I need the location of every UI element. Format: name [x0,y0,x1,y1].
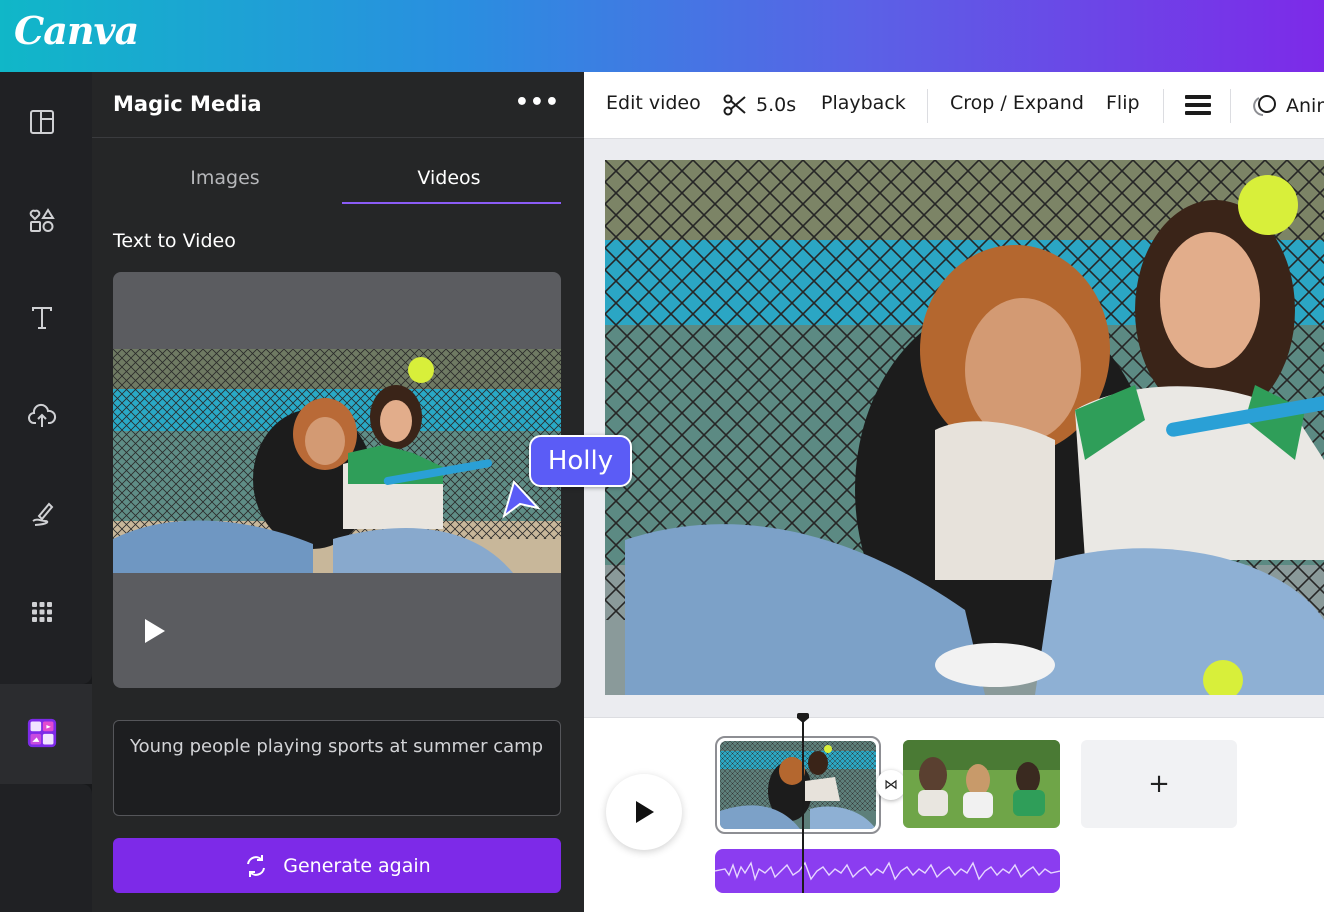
transition-button[interactable]: ⋈ [876,770,906,800]
editor-area: Edit video 5.0s Playback Crop / Expand F… [584,72,1324,912]
generated-video-preview[interactable] [113,272,561,688]
canva-logo[interactable]: Canva [14,8,139,53]
trim-duration-button[interactable]: 5.0s [722,92,796,118]
layout-icon[interactable] [26,106,58,138]
generate-again-button[interactable]: Generate again [113,838,561,893]
timeline-play-button[interactable] [606,774,682,850]
animate-label: Anim [1286,95,1324,117]
video-clip-1[interactable] [715,736,881,834]
prompt-input[interactable]: Young people playing sports at summer ca… [113,720,561,816]
collaborator-label: Holly [529,435,632,487]
duration-label: 5.0s [756,94,797,116]
more-options-icon[interactable]: ••• [515,90,560,115]
play-icon [636,801,654,823]
video-clip-2[interactable] [903,740,1060,828]
playhead[interactable] [802,718,804,893]
magic-media-icon[interactable] [26,717,58,749]
section-label: Text to Video [113,230,236,252]
generate-again-label: Generate again [283,854,431,877]
media-type-tabs: Images Videos [113,162,561,206]
panel-header: Magic Media ••• [92,72,584,138]
scissors-icon [723,94,746,116]
panel-title: Magic Media [113,92,262,116]
menu-lines-icon[interactable] [1184,92,1212,123]
animate-button[interactable]: Anim [1250,92,1324,120]
audio-track[interactable] [715,849,1060,893]
top-header: Canva [0,0,1324,72]
icon-rail [0,72,92,912]
play-icon[interactable] [139,616,169,646]
flip-button[interactable]: Flip [1106,92,1140,114]
canvas-video-frame[interactable] [605,160,1324,695]
grid-icon[interactable] [26,596,58,628]
cloud-upload-icon[interactable] [26,400,58,432]
animate-icon [1253,95,1276,116]
shapes-icon[interactable] [26,204,58,236]
text-icon[interactable] [26,302,58,334]
editor-toolbar: Edit video 5.0s Playback Crop / Expand F… [584,72,1324,139]
audio-waveform [715,861,1060,882]
tab-videos[interactable]: Videos [337,162,561,204]
edit-video-button[interactable]: Edit video [606,92,701,114]
refresh-icon [247,854,266,877]
add-clip-button[interactable]: + [1081,740,1237,828]
playback-button[interactable]: Playback [821,92,906,114]
crop-expand-button[interactable]: Crop / Expand [950,92,1084,114]
tab-images[interactable]: Images [113,162,337,204]
draw-icon[interactable] [26,498,58,530]
timeline: ⋈ + [584,713,1324,912]
video-thumbnail [113,349,561,573]
